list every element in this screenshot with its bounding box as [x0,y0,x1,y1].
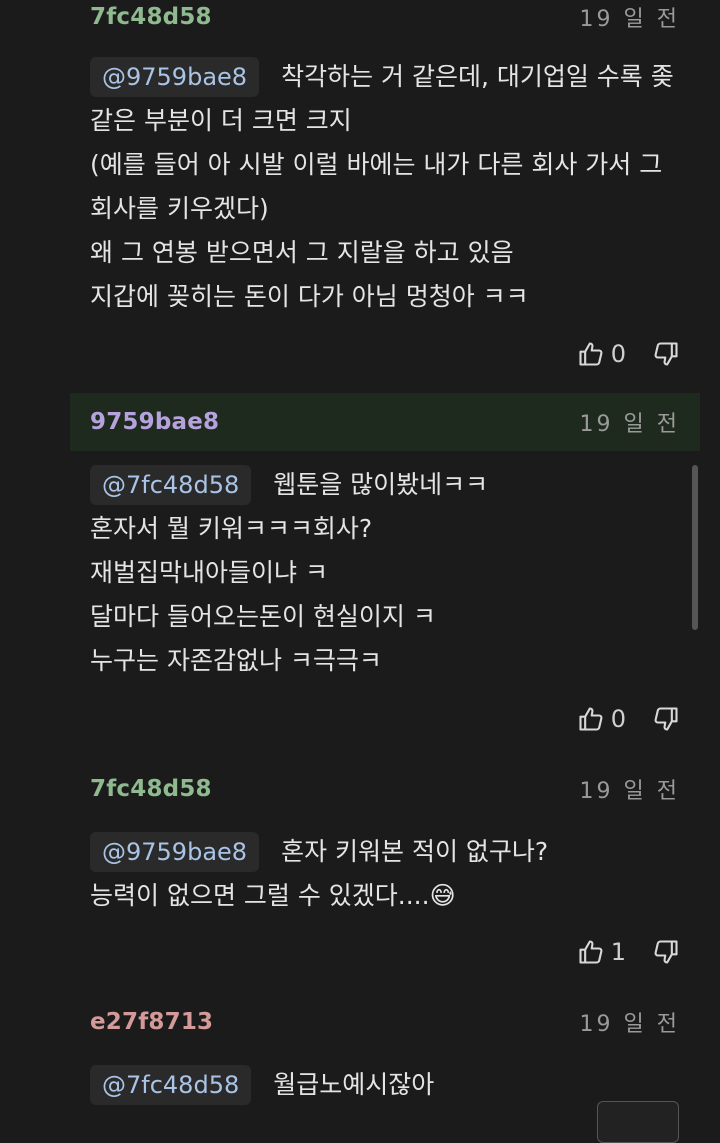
comment-line: 왜 그 연봉 받으면서 그 지랄을 하고 있음 [90,238,514,267]
vote-actions: 1 [577,932,680,972]
thumbs-up-icon [579,342,603,366]
comment-line: 누구는 자존감없나 ㅋ극극ㅋ [90,646,382,675]
comment-text: 혼자 키워본 적이 없구나? [281,837,549,866]
dislike-button[interactable] [652,340,680,368]
comment-author[interactable]: 7fc48d58 [90,776,212,802]
comment-text: 착각하는 거 같은데, 대기업일 수록 좆 [281,62,674,91]
comment-line: @9759bae8 착각하는 거 같은데, 대기업일 수록 좆 [90,55,680,99]
mention-tag[interactable]: @7fc48d58 [90,465,252,505]
comment-author[interactable]: 7fc48d58 [90,4,212,30]
comment-line: 회사를 키우겠다) [90,194,269,223]
thumbs-down-icon [654,342,678,366]
comment-time: 19 일 전 [579,7,680,32]
mention-tag[interactable]: @7fc48d58 [90,1065,252,1105]
vote-actions: 0 [577,334,680,374]
comment-text: 월급노예시잖아 [273,1070,435,1099]
comment-header: 7fc48d58 19 일 전 [70,0,700,46]
mention-tag[interactable]: @9759bae8 [90,832,260,872]
thumbs-up-icon [579,940,603,964]
comment-time: 19 일 전 [579,779,680,804]
like-count: 1 [610,938,626,966]
dislike-button[interactable] [652,938,680,966]
thumbs-down-icon [654,940,678,964]
comment-1: 7fc48d58 19 일 전 @9759bae8 착각하는 거 같은데, 대기업… [70,0,700,368]
comment-line: (예를 들어 아 시발 이럴 바에는 내가 다른 회사 가서 그 [90,150,663,179]
comment-header: 7fc48d58 19 일 전 [70,760,700,818]
comment-header: 9759bae8 19 일 전 [70,393,700,451]
thumbs-down-icon [654,707,678,731]
comment-time: 19 일 전 [579,1012,680,1037]
like-button[interactable]: 0 [577,705,626,733]
like-count: 0 [610,705,626,733]
comment-3: 7fc48d58 19 일 전 @9759bae8 혼자 키워본 적이 없구나? … [70,760,700,966]
comment-line: @7fc48d58 월급노예시잖아 [90,1063,680,1107]
comment-line: 혼자서 뭘 키워ㅋㅋㅋ회사? [90,514,373,543]
comment-line: 같은 부분이 더 크면 크지 [90,106,352,135]
comment-author[interactable]: 9759bae8 [90,409,219,435]
scrollbar[interactable] [692,465,698,630]
comment-line: 지갑에 꽂히는 돈이 다가 아님 멍청아 ㅋㅋ [90,282,529,311]
comment-body: @9759bae8 혼자 키워본 적이 없구나? 능력이 없으면 그럴 수 있겠다… [70,830,700,918]
comment-body: @7fc48d58 웹툰을 많이봤네ㅋㅋ 혼자서 뭘 키워ㅋㅋㅋ회사? 재벌집막내… [70,463,700,683]
like-button[interactable]: 1 [577,938,626,966]
comment-line: @9759bae8 혼자 키워본 적이 없구나? [90,830,680,874]
comment-line: @7fc48d58 웹툰을 많이봤네ㅋㅋ [90,463,680,507]
like-button[interactable]: 0 [577,340,626,368]
comment-line: 달마다 들어오는돈이 현실이지 ㅋ [90,602,436,631]
comment-line: 능력이 없으면 그럴 수 있겠다....😅 [90,881,456,910]
comment-4: e27f8713 19 일 전 @7fc48d58 월급노예시잖아 [70,993,700,1107]
mention-tag[interactable]: @9759bae8 [90,57,260,97]
comment-time: 19 일 전 [579,412,680,437]
comment-2: 9759bae8 19 일 전 @7fc48d58 웹툰을 많이봤네ㅋㅋ 혼자서 … [70,393,700,733]
comment-body: @9759bae8 착각하는 거 같은데, 대기업일 수록 좆 같은 부분이 더 … [70,55,700,319]
thumbs-up-icon [579,707,603,731]
dislike-button[interactable] [652,705,680,733]
comment-header: e27f8713 19 일 전 [70,993,700,1051]
comment-author[interactable]: e27f8713 [90,1009,213,1035]
comment-text: 웹툰을 많이봤네ㅋㅋ [273,470,489,499]
more-button[interactable] [597,1101,679,1143]
comment-line: 재벌집막내아들이냐 ㅋ [90,558,328,587]
like-count: 0 [610,340,626,368]
vote-actions: 0 [577,699,680,739]
